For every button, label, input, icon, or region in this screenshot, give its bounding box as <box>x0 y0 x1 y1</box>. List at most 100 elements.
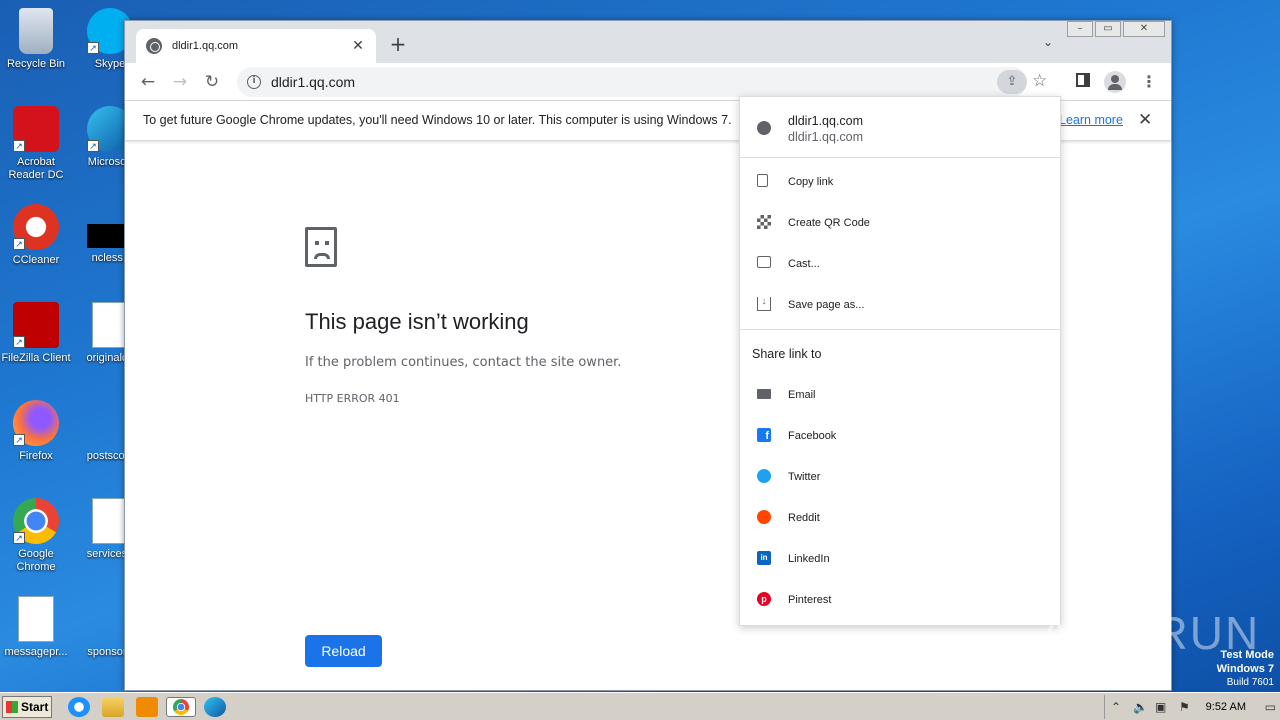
share-icon[interactable]: ⇪ <box>997 70 1027 94</box>
chrome-icon <box>173 699 189 715</box>
share-email-item[interactable]: Email <box>740 374 1060 415</box>
menu-item-label: LinkedIn <box>788 552 830 565</box>
share-reddit-item[interactable]: Reddit <box>740 497 1060 538</box>
error-description: If the problem continues, contact the si… <box>305 355 622 370</box>
desktop-icon-label: Google Chrome <box>16 548 56 573</box>
share-facebook-item[interactable]: f Facebook <box>740 415 1060 456</box>
sad-page-icon <box>305 227 337 267</box>
edge-icon[interactable] <box>204 697 226 717</box>
share-linkedin-item[interactable]: in LinkedIn <box>740 538 1060 579</box>
menu-item-label: Reddit <box>788 511 820 524</box>
menu-item-label: Save page as... <box>788 298 865 311</box>
pinterest-icon: p <box>757 592 771 606</box>
save-page-as-item[interactable]: ↓ Save page as... <box>740 284 1060 325</box>
reload-icon[interactable]: ↻ <box>201 71 223 93</box>
menu-item-label: Create QR Code <box>788 216 870 229</box>
share-twitter-item[interactable]: Twitter <box>740 456 1060 497</box>
desktop-icon-label: Firefox <box>19 450 53 462</box>
test-mode-line1: Test Mode <box>1220 649 1274 661</box>
more-menu-icon[interactable]: ⋮ <box>1141 72 1157 91</box>
share-menu-title: dldir1.qq.com <box>788 114 864 128</box>
address-bar[interactable]: i dldir1.qq.com <box>237 67 1027 97</box>
desktop-icon-recycle-bin[interactable]: Recycle Bin <box>0 8 72 71</box>
chrome-icon: ↗ <box>13 498 59 544</box>
address-url[interactable]: dldir1.qq.com <box>271 74 355 90</box>
error-code: HTTP ERROR 401 <box>305 392 400 405</box>
profile-avatar-icon[interactable] <box>1104 71 1126 93</box>
test-mode-notice: Test Mode Windows 7 Build 7601 <box>1217 648 1274 690</box>
copy-link-item[interactable]: Copy link <box>740 161 1060 202</box>
desktop-icon-ccleaner[interactable]: ↗ CCleaner <box>0 204 72 267</box>
folder-icon[interactable] <box>102 697 124 717</box>
learn-more-link[interactable]: Learn more <box>1059 113 1123 127</box>
chrome-taskbar-button[interactable] <box>166 697 196 717</box>
linkedin-icon: in <box>757 551 771 565</box>
desktop-icon-messagepr[interactable]: messagepr... <box>0 596 72 659</box>
start-button[interactable]: Start <box>2 696 52 718</box>
desktop-icon-acrobat[interactable]: ↗ Acrobat Reader DC <box>0 106 72 182</box>
tab-title: dldir1.qq.com <box>172 40 239 52</box>
forward-arrow-icon[interactable]: → <box>169 71 191 93</box>
test-mode-line3: Build 7601 <box>1226 677 1274 688</box>
share-pinterest-item[interactable]: p Pinterest <box>740 579 1060 620</box>
network-icon[interactable]: ▣ <box>1155 700 1166 714</box>
menu-item-label: Email <box>788 388 816 401</box>
filezilla-icon: ↗ <box>13 302 59 348</box>
desktop-icon-label: messagepr... <box>4 646 68 658</box>
menu-item-label: Cast... <box>788 257 820 270</box>
system-tray: ⌃ 🔈 ▣ ⚑ 9:52 AM ▭ <box>1104 695 1280 719</box>
download-icon: ↓ <box>757 297 771 311</box>
firefox-icon: ↗ <box>13 400 59 446</box>
taskbar: Start ⌃ 🔈 ▣ ⚑ 9:52 AM ▭ <box>0 692 1280 720</box>
volume-icon[interactable]: 🔈 <box>1133 700 1148 714</box>
desktop-icon-filezilla[interactable]: ↗ FileZilla Client <box>0 302 72 365</box>
action-center-flag-icon[interactable]: ⚑ <box>1179 700 1190 714</box>
test-mode-line2: Windows 7 <box>1216 663 1274 675</box>
menu-item-label: Twitter <box>788 470 821 483</box>
copy-icon <box>757 174 768 187</box>
title-bar: dldir1.qq.com ✕ + ⌄ – ▭ ✕ <box>125 21 1171 63</box>
maximize-button[interactable]: ▭ <box>1095 21 1121 37</box>
minimize-button[interactable]: – <box>1067 21 1093 37</box>
infobar-message: To get future Google Chrome updates, you… <box>143 113 732 127</box>
browser-tab[interactable]: dldir1.qq.com ✕ <box>136 29 376 63</box>
email-icon <box>757 389 771 399</box>
create-qr-code-item[interactable]: Create QR Code <box>740 202 1060 243</box>
globe-icon <box>146 38 162 54</box>
media-player-icon[interactable] <box>136 697 158 717</box>
chevron-down-icon[interactable]: ⌄ <box>1043 35 1053 49</box>
show-desktop-icon[interactable]: ▭ <box>1265 700 1276 714</box>
desktop-icon-label: Acrobat Reader DC <box>8 156 64 181</box>
ccleaner-icon: ↗ <box>13 204 59 250</box>
back-arrow-icon[interactable]: ← <box>137 71 159 93</box>
new-tab-button[interactable]: + <box>387 33 409 55</box>
window-close-button[interactable]: ✕ <box>1123 21 1165 37</box>
desktop-icon-label: CCleaner <box>12 254 60 266</box>
internet-explorer-icon[interactable] <box>68 697 90 717</box>
acrobat-icon: ↗ <box>13 106 59 152</box>
share-menu-header: dldir1.qq.com dldir1.qq.com <box>740 97 1060 158</box>
desktop-icon-firefox[interactable]: ↗ Firefox <box>0 400 72 463</box>
desktop-icon-label: FileZilla Client <box>1 352 71 364</box>
word-document-icon <box>18 596 54 642</box>
menu-item-label: Copy link <box>788 175 834 188</box>
share-menu: dldir1.qq.com dldir1.qq.com Copy link Cr… <box>739 96 1061 626</box>
chevron-up-icon[interactable]: ⌃ <box>1111 700 1121 714</box>
divider <box>740 329 1060 330</box>
desktop-icon-google-chrome[interactable]: ↗ Google Chrome <box>0 498 72 574</box>
share-menu-subtitle: dldir1.qq.com <box>788 130 864 144</box>
bookmark-star-icon[interactable]: ☆ <box>1032 71 1047 91</box>
word-document-icon <box>92 302 128 348</box>
reload-button[interactable]: Reload <box>305 635 382 667</box>
side-panel-icon[interactable] <box>1076 73 1090 87</box>
info-icon[interactable]: i <box>247 75 261 89</box>
menu-item-label: Pinterest <box>788 593 832 606</box>
close-icon[interactable]: ✕ <box>350 38 366 54</box>
close-icon[interactable]: ✕ <box>1138 110 1152 130</box>
clock[interactable]: 9:52 AM <box>1206 701 1246 713</box>
share-to-heading: Share link to <box>752 347 822 361</box>
twitter-icon <box>757 469 771 483</box>
globe-icon <box>757 121 771 135</box>
desktop-icon-label: Recycle Bin <box>6 58 66 70</box>
cast-item[interactable]: Cast... <box>740 243 1060 284</box>
